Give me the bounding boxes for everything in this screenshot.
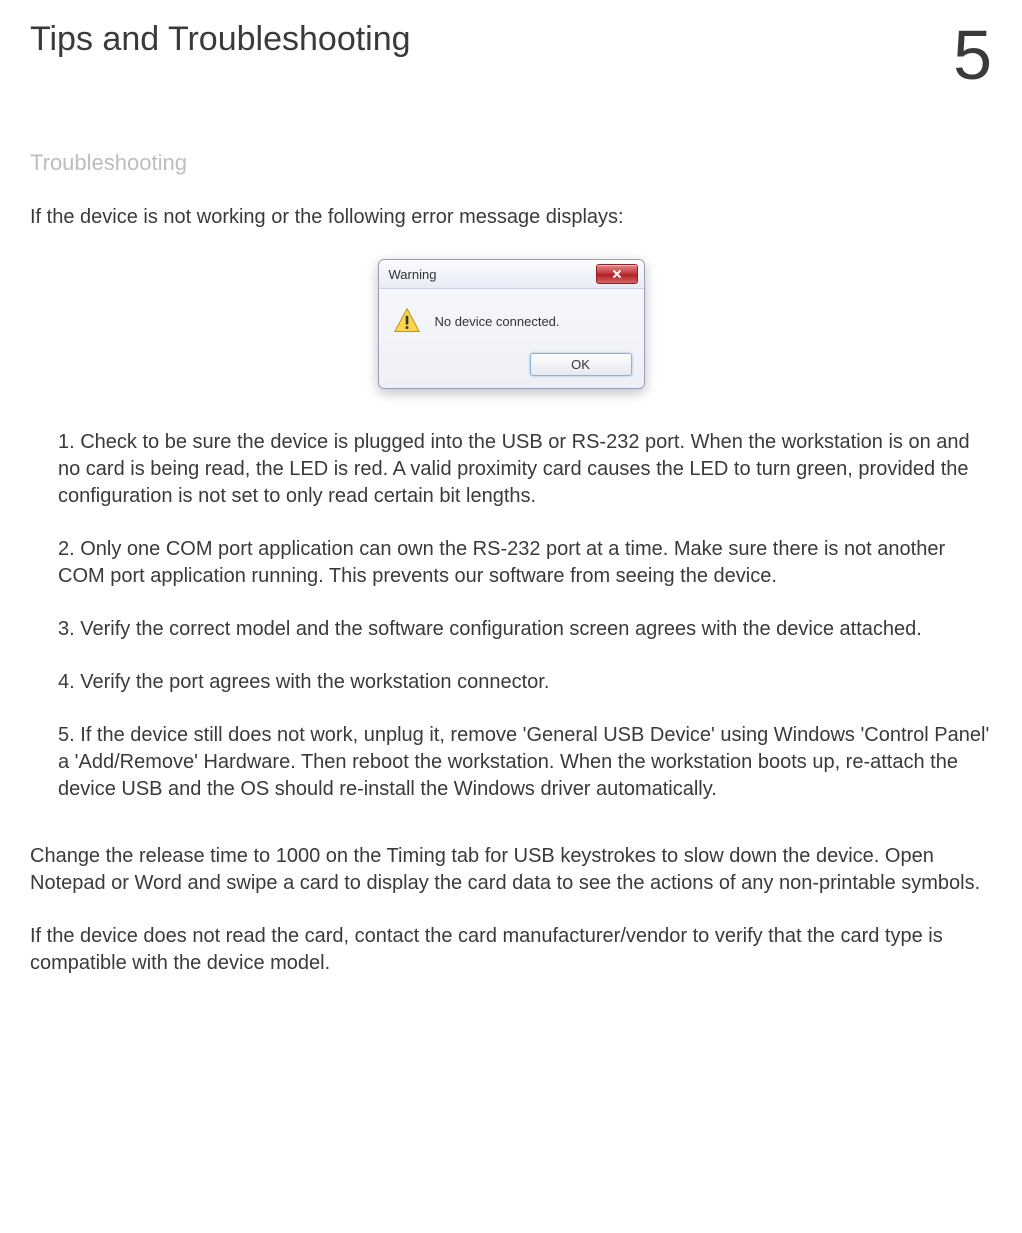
additional-notes: Change the release time to 1000 on the T…	[30, 843, 992, 977]
step-5: 5. If the device still does not work, un…	[58, 722, 992, 803]
troubleshooting-steps: 1. Check to be sure the device is plugge…	[30, 429, 992, 803]
step-4: 4. Verify the port agrees with the works…	[58, 669, 992, 696]
dialog-message: No device connected.	[435, 314, 560, 329]
note-contact-vendor: If the device does not read the card, co…	[30, 923, 992, 977]
step-2: 2. Only one COM port application can own…	[58, 536, 992, 590]
chapter-number: 5	[953, 20, 992, 90]
ok-button[interactable]: OK	[530, 353, 632, 376]
warning-dialog: Warning No device connected. OK	[378, 259, 645, 389]
note-timing: Change the release time to 1000 on the T…	[30, 843, 992, 897]
step-1: 1. Check to be sure the device is plugge…	[58, 429, 992, 510]
warning-icon	[393, 307, 421, 335]
dialog-body: No device connected.	[379, 289, 644, 347]
dialog-titlebar: Warning	[379, 260, 644, 289]
dialog-title: Warning	[389, 267, 437, 282]
page-title: Tips and Troubleshooting	[30, 20, 411, 59]
dialog-button-row: OK	[379, 347, 644, 388]
section-subtitle: Troubleshooting	[30, 150, 992, 176]
step-3: 3. Verify the correct model and the soft…	[58, 616, 992, 643]
intro-text: If the device is not working or the foll…	[30, 206, 992, 229]
warning-dialog-figure: Warning No device connected. OK	[30, 259, 992, 389]
close-icon[interactable]	[596, 264, 638, 284]
